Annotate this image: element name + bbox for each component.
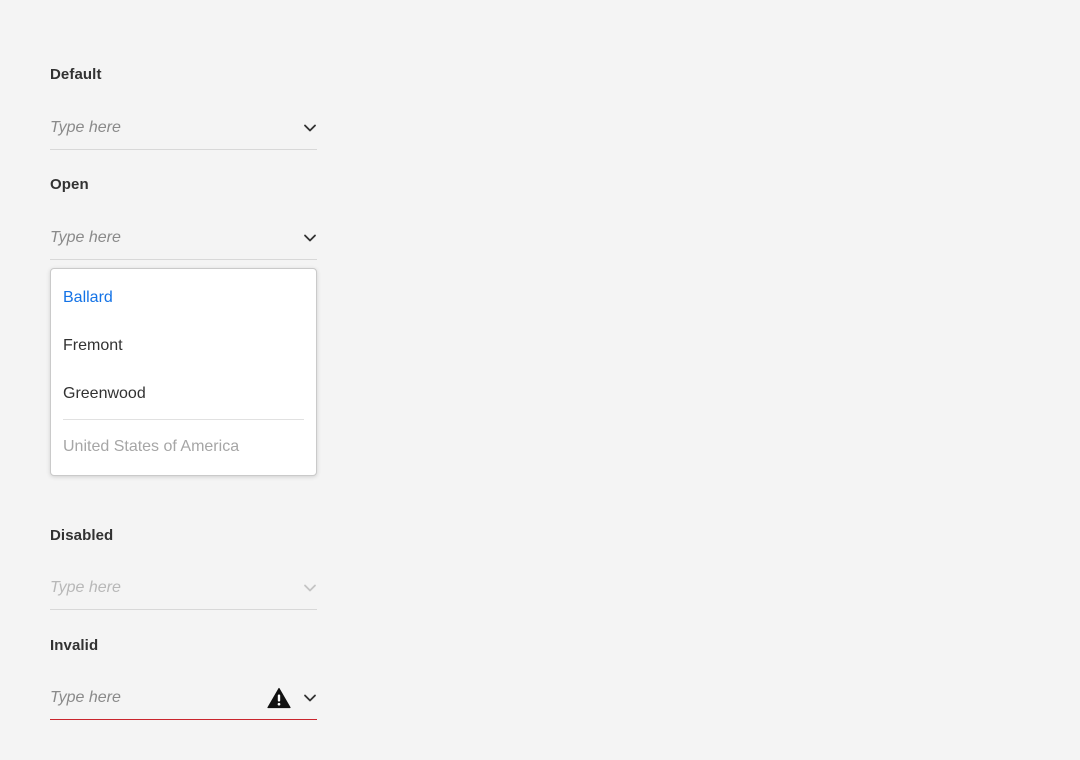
menu-item-fremont[interactable]: Fremont <box>63 331 304 361</box>
invalid-combobox-input[interactable] <box>50 678 250 718</box>
open-combobox[interactable] <box>50 218 317 260</box>
disabled-combobox <box>50 568 317 610</box>
chevron-down-icon[interactable] <box>303 231 317 245</box>
invalid-combobox[interactable] <box>50 678 317 720</box>
menu-item-ballard[interactable]: Ballard <box>63 283 304 313</box>
alert-triangle-icon <box>267 687 291 709</box>
open-label: Open <box>50 176 89 193</box>
open-combobox-input[interactable] <box>50 218 250 258</box>
menu-item-greenwood[interactable]: Greenwood <box>63 379 304 409</box>
disabled-label: Disabled <box>50 527 114 544</box>
menu-divider <box>63 419 304 420</box>
default-combobox[interactable] <box>50 108 317 150</box>
invalid-label: Invalid <box>50 637 99 654</box>
default-label: Default <box>50 66 102 83</box>
default-combobox-input[interactable] <box>50 108 250 148</box>
chevron-down-icon[interactable] <box>303 691 317 705</box>
chevron-down-icon[interactable] <box>303 121 317 135</box>
chevron-down-icon <box>303 581 317 595</box>
disabled-combobox-input <box>50 568 250 608</box>
open-combobox-menu: Ballard Fremont Greenwood United States … <box>50 268 317 476</box>
menu-item-usa: United States of America <box>63 438 240 455</box>
